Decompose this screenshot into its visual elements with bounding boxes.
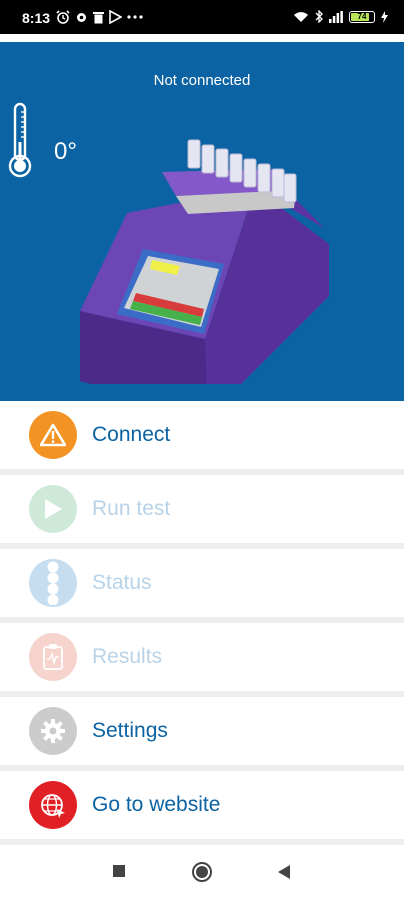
- globe-icon: [29, 781, 77, 829]
- status-time: 8:13: [22, 10, 51, 26]
- system-icons: 74: [293, 10, 388, 23]
- warning-icon: [29, 411, 77, 459]
- menu-label-website: Go to website: [92, 793, 221, 816]
- menu-item-status[interactable]: Status: [0, 549, 404, 617]
- menu-label-results: Results: [92, 645, 163, 668]
- play-store-icon: [109, 10, 122, 24]
- menu-item-connect[interactable]: Connect: [0, 401, 404, 469]
- system-nav-bar: [0, 848, 404, 900]
- connection-status: Not connected: [153, 72, 251, 89]
- back-triangle-icon[interactable]: [277, 864, 291, 880]
- signal-icon: [329, 10, 343, 23]
- more-icon: [127, 15, 143, 19]
- status-bar: 8:13 74: [0, 0, 404, 34]
- play-icon: [29, 485, 77, 533]
- menu-item-results[interactable]: Results: [0, 623, 404, 691]
- menu-label-settings: Settings: [92, 719, 168, 742]
- clipboard-icon: [29, 633, 77, 681]
- gear-icon: [29, 707, 77, 755]
- battery-icon: 74: [349, 10, 375, 23]
- wifi-icon: [294, 11, 308, 22]
- menu-label-connect: Connect: [92, 423, 171, 446]
- menu-item-settings[interactable]: Settings: [0, 697, 404, 765]
- recents-square-icon[interactable]: [112, 864, 126, 878]
- battery-level: 74: [357, 12, 367, 21]
- menu-label-status: Status: [92, 571, 152, 594]
- device-illustration: [80, 139, 329, 384]
- menu-item-website[interactable]: Go to website: [0, 771, 404, 839]
- alarm-icon: [56, 10, 70, 24]
- gear-small-icon: [77, 12, 86, 22]
- trash-icon: [93, 11, 104, 23]
- home-circle-icon[interactable]: [191, 861, 213, 883]
- main-menu: Connect Run test Status Results Settings…: [0, 401, 404, 845]
- device-hero-panel: Not connected 0°: [0, 42, 404, 401]
- menu-item-run-test[interactable]: Run test: [0, 475, 404, 543]
- bluetooth-icon: [315, 10, 323, 23]
- thermometer-icon: [8, 102, 32, 178]
- status-dots-icon: [29, 559, 77, 607]
- charging-icon: [381, 10, 388, 23]
- menu-label-run-test: Run test: [92, 497, 171, 520]
- menu-divider: [0, 839, 404, 845]
- top-divider: [0, 34, 404, 42]
- notification-icons: [56, 10, 143, 24]
